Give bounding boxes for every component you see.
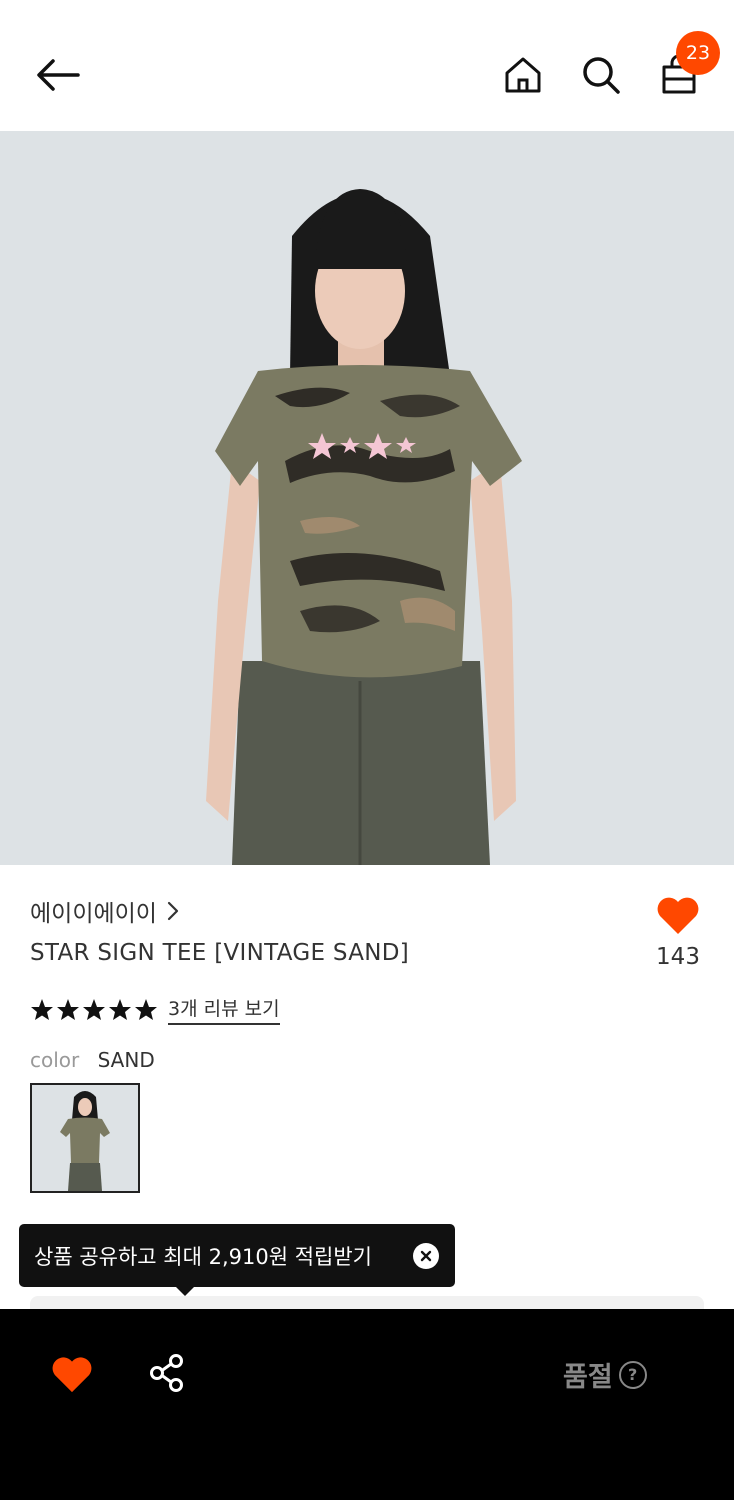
brand-link[interactable]: 에이이에이이	[30, 894, 179, 928]
back-arrow-icon	[37, 59, 80, 91]
sold-out-label: 품절	[563, 1362, 613, 1393]
sold-out-status: 품절 ?	[563, 1355, 647, 1394]
like-button[interactable]: 143	[650, 894, 706, 984]
product-photo	[0, 131, 734, 865]
top-navigation-bar: 23	[0, 0, 734, 131]
star-icon	[83, 998, 105, 1020]
color-row: color SAND	[30, 1048, 155, 1072]
cart-count-badge: 23	[676, 31, 720, 75]
tooltip-arrow	[176, 1287, 194, 1296]
star-icon	[109, 998, 131, 1020]
search-icon	[583, 57, 620, 94]
tooltip-close-button[interactable]	[413, 1242, 439, 1269]
thumbnail-photo	[32, 1085, 138, 1191]
rating-row: 3개 리뷰 보기	[30, 994, 280, 1025]
share-button[interactable]	[148, 1353, 188, 1393]
share-icon	[150, 1354, 183, 1392]
search-button[interactable]	[576, 50, 626, 100]
heart-icon	[657, 897, 699, 934]
star-icon	[57, 998, 79, 1020]
color-label: color	[30, 1048, 80, 1072]
brand-name: 에이이에이이	[30, 901, 157, 927]
share-reward-tooltip: 상품 공유하고 최대 2,910원 적립받기	[19, 1224, 455, 1296]
back-button[interactable]	[30, 52, 86, 98]
home-icon	[505, 57, 541, 93]
bottom-like-button[interactable]	[50, 1354, 94, 1394]
star-rating	[30, 998, 158, 1022]
bottom-action-bar: 품절 ?	[0, 1309, 734, 1500]
home-button[interactable]	[498, 50, 548, 100]
help-icon[interactable]: ?	[618, 1360, 647, 1389]
star-icon	[31, 998, 53, 1020]
product-title: STAR SIGN TEE [VINTAGE SAND]	[30, 940, 410, 966]
close-icon	[420, 1250, 432, 1261]
color-value: SAND	[97, 1048, 155, 1072]
like-count: 143	[656, 944, 700, 970]
tooltip-text: 상품 공유하고 최대 2,910원 적립받기	[34, 1244, 372, 1269]
color-swatch-thumbnail[interactable]	[30, 1083, 140, 1193]
star-icon	[135, 998, 157, 1020]
review-link[interactable]: 3개 리뷰 보기	[168, 994, 280, 1025]
heart-icon	[52, 1357, 92, 1393]
chevron-right-icon	[167, 901, 179, 921]
product-image[interactable]	[0, 131, 734, 865]
